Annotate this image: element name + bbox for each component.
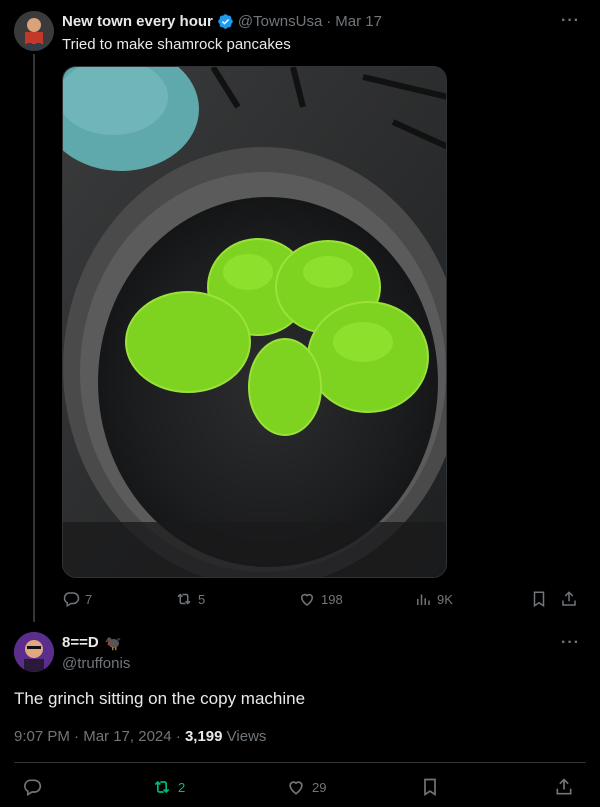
repost-icon — [177, 593, 191, 605]
bookmark-icon — [424, 778, 436, 797]
thread-line — [33, 54, 35, 622]
reply-handle[interactable]: @truffonis — [62, 655, 130, 672]
tweet-date[interactable]: Mar 17 — [335, 13, 382, 30]
like-icon — [300, 593, 314, 606]
reply-author: 8==D — [62, 633, 122, 651]
separator-dot: · — [175, 728, 185, 745]
author-handle[interactable]: @TownsUsa — [238, 13, 322, 30]
tweet-text: Tried to make shamrock pancakes — [62, 36, 291, 53]
turkey-emoji-icon — [105, 637, 121, 651]
reply-date[interactable]: Mar 17, 2024 — [83, 728, 171, 745]
views-icon — [417, 594, 430, 605]
tweet-photo[interactable] — [62, 66, 447, 578]
like-count: 29 — [312, 779, 327, 795]
repost-button[interactable]: 5 — [175, 590, 205, 608]
separator-dot: · — [326, 13, 332, 30]
like-button[interactable]: 198 — [298, 590, 343, 608]
reply-button[interactable] — [22, 777, 42, 797]
like-icon — [289, 781, 303, 795]
reply-count: 7 — [85, 591, 93, 607]
views-button[interactable]: 9K — [414, 590, 453, 608]
views-count: 9K — [437, 591, 453, 607]
author-name[interactable]: New town every hour — [62, 13, 213, 30]
reply-actions: 2 29 — [14, 777, 586, 799]
reply-icon — [63, 592, 80, 608]
more-icon[interactable]: ··· — [561, 12, 580, 30]
tweet-header: New town every hour @TownsUsa · Mar 17 — [62, 13, 382, 30]
tweet: New town every hour @TownsUsa · Mar 17 ·… — [0, 0, 600, 622]
more-icon[interactable]: ··· — [561, 634, 580, 652]
reply-tweet: 8==D @truffonis ··· The grinch sitting o… — [0, 622, 600, 807]
pancake-photo — [63, 67, 446, 577]
reply-icon — [24, 779, 42, 796]
tweet-actions: 7 5 198 9K — [62, 590, 582, 612]
like-count: 198 — [321, 591, 343, 607]
share-button[interactable] — [560, 590, 578, 608]
reply-author-name[interactable]: 8==D — [62, 634, 99, 651]
reply-avatar[interactable] — [14, 632, 54, 672]
like-button[interactable]: 29 — [286, 777, 326, 797]
repost-icon — [154, 780, 170, 794]
repost-count: 2 — [178, 779, 186, 795]
share-icon — [556, 778, 572, 795]
divider — [14, 762, 586, 763]
share-button[interactable] — [554, 777, 574, 797]
verified-badge-icon — [218, 14, 233, 29]
bookmark-button[interactable] — [530, 590, 548, 608]
reply-text: The grinch sitting on the copy machine — [14, 689, 306, 708]
bookmark-button[interactable] — [420, 777, 440, 797]
reply-meta: 9:07 PM · Mar 17, 2024 · 3,199 Views — [14, 728, 266, 745]
share-icon — [562, 591, 576, 606]
reply-button[interactable]: 7 — [62, 590, 92, 608]
reply-time[interactable]: 9:07 PM — [14, 728, 70, 745]
repost-button[interactable]: 2 — [152, 777, 185, 797]
repost-count: 5 — [198, 591, 206, 607]
bookmark-icon — [533, 591, 545, 608]
reply-views-count: 3,199 — [184, 728, 223, 745]
reply-views-label: Views — [226, 728, 267, 745]
separator-dot: · — [74, 728, 84, 745]
avatar[interactable] — [14, 11, 54, 51]
